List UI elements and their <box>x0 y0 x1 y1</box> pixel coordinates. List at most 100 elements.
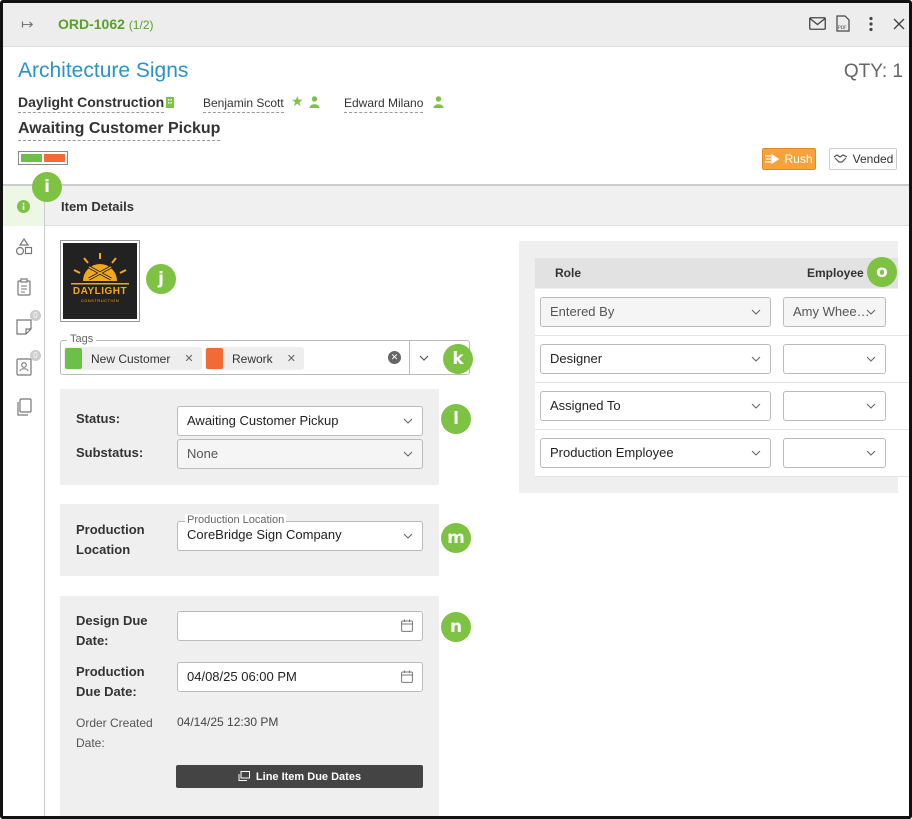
role-select[interactable]: Production Employee <box>540 438 771 468</box>
copy-icon[interactable] <box>15 398 33 416</box>
line-item-due-dates-label: Line Item Due Dates <box>255 770 362 783</box>
status-value: Awaiting Customer Pickup <box>187 413 339 428</box>
tag-chip-new-customer[interactable]: New Customer ✕ <box>64 347 202 370</box>
employee-column-header: Employee <box>807 266 864 280</box>
tag-chip-rework[interactable]: Rework ✕ <box>205 347 304 370</box>
item-image[interactable]: DAYLIGHT CONSTRUCTION <box>60 240 140 322</box>
company-logo: DAYLIGHT CONSTRUCTION <box>63 243 137 319</box>
close-icon[interactable] <box>893 18 905 30</box>
contact-person-icon <box>309 96 320 108</box>
substatus-select[interactable]: None <box>177 439 423 469</box>
callout-l: l <box>441 404 471 434</box>
remove-tag-icon[interactable]: ✕ <box>184 352 193 365</box>
production-location-label-1: Production <box>76 522 145 537</box>
quantity-label: QTY: 1 <box>843 61 903 82</box>
production-location-value: CoreBridge Sign Company <box>187 527 342 542</box>
clear-tags-icon[interactable]: ✕ <box>388 351 401 364</box>
role-value: Assigned To <box>550 398 621 413</box>
production-location-label-2: Location <box>76 542 131 557</box>
role-column-header: Role <box>555 266 582 280</box>
order-number-link[interactable]: ORD-1062 (1/2) <box>58 16 154 32</box>
notes-icon[interactable] <box>15 318 33 336</box>
order-count: (1/2) <box>128 18 154 32</box>
chevron-down-icon <box>751 309 761 315</box>
production-due-date-input[interactable]: 04/08/25 06:00 PM <box>177 662 423 692</box>
tag-swatch <box>206 348 223 369</box>
section-header: Item Details <box>45 186 909 226</box>
clipboard-icon[interactable] <box>15 278 33 296</box>
design-due-label-1: Design Due <box>76 613 148 628</box>
calendar-icon[interactable] <box>401 670 413 683</box>
table-row: Production Employee <box>535 430 909 477</box>
chevron-down-icon <box>403 418 413 424</box>
employee-select[interactable] <box>783 438 886 468</box>
mail-icon[interactable] <box>809 17 826 30</box>
side-nav: 0 0 <box>3 186 45 816</box>
role-select[interactable]: Assigned To <box>540 391 771 421</box>
chevron-down-icon <box>866 309 876 315</box>
section-title: Item Details <box>61 199 134 214</box>
chevron-down-icon <box>751 403 761 409</box>
employee-select[interactable] <box>783 391 886 421</box>
svg-text:PDF: PDF <box>838 25 847 31</box>
table-row: Designer <box>535 336 909 383</box>
order-created-value: 04/14/25 12:30 PM <box>177 715 279 729</box>
line-item-due-dates-button[interactable]: Line Item Due Dates <box>176 765 423 788</box>
logo-line2: CONSTRUCTION <box>80 298 120 303</box>
shapes-icon[interactable] <box>15 238 33 256</box>
status-label: Status: <box>76 411 121 426</box>
rush-button[interactable]: Rush <box>762 148 816 170</box>
vended-button[interactable]: Vended <box>829 148 897 170</box>
pdf-icon[interactable]: PDF <box>836 15 850 32</box>
item-title: Architecture Signs <box>18 59 189 82</box>
vended-label: Vended <box>852 152 894 166</box>
more-icon[interactable] <box>869 16 873 32</box>
rush-icon <box>765 154 780 164</box>
calendar-icon[interactable] <box>401 619 413 632</box>
status-select[interactable]: Awaiting Customer Pickup <box>177 406 423 436</box>
building-icon <box>166 97 174 108</box>
salesperson-person-icon <box>433 96 444 108</box>
callout-j: j <box>146 264 176 294</box>
tag-label: Rework <box>232 351 273 366</box>
design-due-date-input[interactable] <box>177 611 423 641</box>
chevron-down-icon <box>866 356 876 362</box>
order-status-link[interactable]: Awaiting Customer Pickup <box>18 120 221 141</box>
chevron-down-icon <box>866 450 876 456</box>
tag-swatch <box>65 348 82 369</box>
role-select[interactable]: Designer <box>540 344 771 374</box>
collapse-panel-icon[interactable]: ↦ <box>21 15 34 33</box>
substatus-label: Substatus: <box>76 445 144 460</box>
contacts-icon[interactable] <box>15 358 33 376</box>
chevron-down-icon <box>403 533 413 539</box>
daylight-logo-graphic <box>71 253 129 285</box>
employee-select[interactable]: Amy Whee… <box>783 297 886 327</box>
tag-color-green <box>21 154 42 162</box>
production-location-float-label: Production Location <box>185 514 287 526</box>
status-panel <box>60 389 439 485</box>
callout-k: k <box>443 344 473 374</box>
employee-value: Amy Whee… <box>793 304 870 319</box>
callout-m: m <box>441 523 471 553</box>
tags-chevron-down-icon[interactable] <box>419 353 429 363</box>
role-value: Entered By <box>550 304 615 319</box>
chevron-down-icon <box>751 356 761 362</box>
role-select[interactable]: Entered By <box>540 297 771 327</box>
design-due-label-2: Date: <box>76 633 109 648</box>
callout-n: n <box>441 612 471 642</box>
table-row: Assigned To <box>535 383 909 430</box>
info-icon <box>17 200 30 213</box>
remove-tag-icon[interactable]: ✕ <box>287 352 296 365</box>
contact-link[interactable]: Benjamin Scott <box>203 96 284 113</box>
employee-select[interactable] <box>783 344 886 374</box>
substatus-value: None <box>187 446 219 461</box>
order-created-label-1: Order Created <box>76 716 153 730</box>
top-bar: ↦ ORD-1062 (1/2) PDF <box>3 3 909 47</box>
salesperson-link[interactable]: Edward Milano <box>344 96 424 113</box>
order-created-label-2: Date: <box>76 736 105 750</box>
roles-table-header: Role Employee <box>535 258 898 288</box>
role-value: Production Employee <box>550 445 674 460</box>
company-link[interactable]: Daylight Construction <box>18 94 165 113</box>
handshake-icon <box>833 154 847 163</box>
chevron-down-icon <box>751 450 761 456</box>
